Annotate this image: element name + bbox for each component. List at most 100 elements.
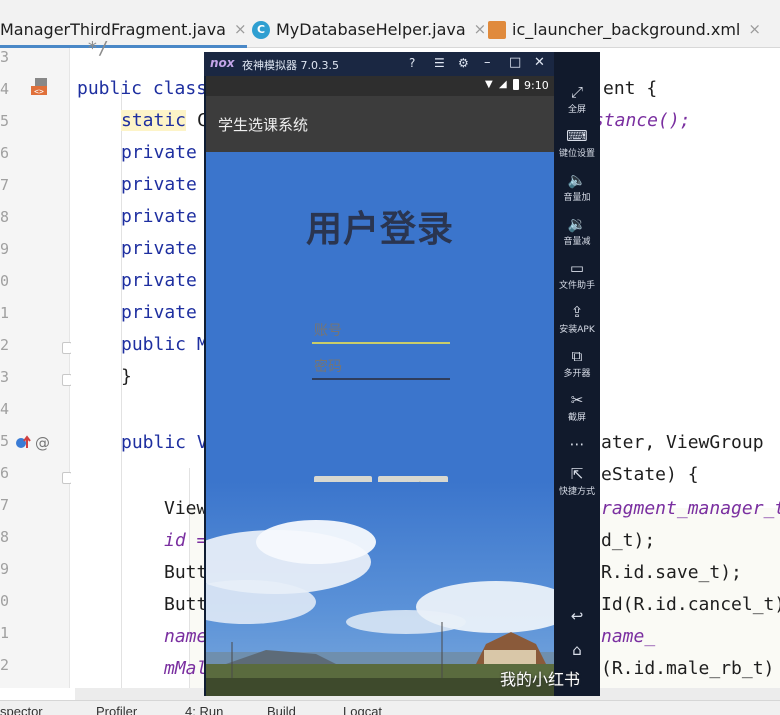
line-number: 1 (0, 624, 10, 642)
sidebar-item-fullscreen[interactable]: ⤢ 全屏 (554, 84, 600, 115)
tool-run[interactable]: 4: Run (185, 704, 223, 715)
sidebar-item-label: 安装APK (559, 325, 595, 335)
nav-back-button[interactable]: ↩ (554, 608, 600, 626)
code-method: stance(); (593, 110, 691, 131)
tab-ic-launcher-background[interactable]: ic_launcher_background.xml × (488, 20, 761, 48)
app-action-bar: 学生选课系统 (206, 96, 554, 152)
line-number: 7 (0, 496, 10, 514)
tool-profiler[interactable]: Profiler (96, 704, 137, 715)
emulator-title: 夜神模拟器 7.0.3.5 (242, 59, 339, 72)
close-icon[interactable]: × (748, 20, 761, 38)
code-field: mMal (164, 658, 208, 679)
username-input[interactable] (312, 320, 450, 344)
tool-inspector[interactable]: spector (0, 704, 43, 715)
code-text: Butt (164, 594, 208, 615)
line-number: 1 (0, 304, 10, 322)
line-number: 5 (0, 432, 10, 450)
code-keyword: private (121, 174, 197, 195)
background-landscape-image (206, 482, 554, 696)
code-keyword: private (121, 302, 197, 323)
multi-instance-icon: ⧉ (571, 347, 583, 365)
sidebar-item-install-apk[interactable]: ⇪ 安装APK (554, 304, 600, 335)
keymap-icon: ⌨ (566, 127, 588, 145)
code-text: View (164, 498, 208, 519)
code-text: Id(R.id.cancel_t) (601, 594, 780, 615)
line-number-gutter: 3 4 5 6 7 8 9 0 1 2 3 4 5 6 7 8 9 0 1 2 … (0, 48, 72, 688)
back-icon: ↩ (570, 607, 584, 625)
emulator-window: nox 夜神模拟器 7.0.3.5 ? ☰ ⚙ – □ ✕ « ▼ ◢ 9:10… (204, 52, 600, 696)
tab-label: ManagerThirdFragment.java (0, 20, 226, 39)
class-icon: C (252, 21, 270, 39)
line-number: 3 (0, 368, 10, 386)
watermark-text: 我的小红书 (500, 670, 581, 689)
sidebar-item-volume-down[interactable]: 🔉 音量减 (554, 216, 600, 247)
sidebar-item-label: 截屏 (567, 413, 586, 423)
code-text: d_t); (601, 530, 656, 551)
sidebar-item-label: 多开器 (563, 369, 591, 379)
code-keyword: static (121, 110, 187, 131)
line-number: 2 (0, 656, 10, 674)
nav-home-button[interactable]: ⌂ (554, 642, 600, 660)
sidebar-item-screenshot[interactable]: ✂ 截屏 (554, 392, 600, 423)
sidebar-item-more[interactable]: ⋯ (554, 436, 600, 454)
code-field: name_ (601, 626, 656, 647)
tool-build[interactable]: Build (267, 704, 296, 715)
line-number: 3 (0, 48, 10, 66)
help-icon[interactable]: ? (409, 56, 415, 70)
line-number: 9 (0, 560, 10, 578)
screenshot-icon: ✂ (570, 391, 584, 409)
sidebar-item-shortcut[interactable]: ⇱ 快捷方式 (554, 466, 600, 497)
line-number: 6 (0, 464, 10, 482)
override-icon[interactable] (14, 434, 32, 452)
tab-manager-third-fragment[interactable]: ManagerThirdFragment.java × (0, 20, 247, 48)
android-status-bar: ▼ ◢ 9:10 (206, 76, 554, 96)
code-keyword: private (121, 270, 197, 291)
code-keyword: public V (121, 432, 208, 453)
line-number: 6 (0, 144, 10, 162)
class-marker-icon[interactable]: <> (30, 78, 50, 96)
tool-logcat[interactable]: Logcat (343, 704, 382, 715)
password-input[interactable] (312, 356, 450, 380)
maximize-icon[interactable]: □ (509, 55, 521, 70)
svg-text:<>: <> (34, 87, 44, 96)
sidebar-item-file-assistant[interactable]: ▭ 文件助手 (554, 260, 600, 291)
tab-my-database-helper[interactable]: C MyDatabaseHelper.java × (252, 20, 486, 48)
code-text: eState) { (601, 464, 699, 485)
sidebar-item-label: 全屏 (567, 105, 586, 115)
volume-up-icon: 🔈 (567, 171, 587, 189)
tab-label: MyDatabaseHelper.java (276, 20, 466, 39)
line-number: 4 (0, 400, 10, 418)
signal-icon: ◢ (499, 79, 507, 90)
line-number: 7 (0, 176, 10, 194)
annotation-icon: @ (35, 434, 50, 452)
file-assistant-icon: ▭ (569, 259, 585, 277)
minimize-icon[interactable]: – (484, 55, 491, 70)
close-icon[interactable]: ✕ (534, 55, 545, 70)
code-text: ent { (603, 78, 658, 99)
code-field: name (164, 626, 208, 647)
sidebar-item-keymap[interactable]: ⌨ 键位设置 (554, 128, 600, 159)
tab-label: ic_launcher_background.xml (512, 20, 741, 39)
line-number: 0 (0, 272, 10, 290)
install-apk-icon: ⇪ (570, 303, 584, 321)
screenshot-root: ManagerThirdFragment.java × C MyDatabase… (0, 0, 780, 715)
code-keyword: public M (121, 334, 208, 355)
sidebar-item-label: 文件助手 (558, 281, 595, 291)
line-number: 9 (0, 240, 10, 258)
sidebar-item-label: 音量减 (563, 237, 591, 247)
sidebar-item-label: 快捷方式 (558, 487, 595, 497)
emulator-sidebar: ⤢ 全屏 ⌨ 键位设置 🔈 音量加 🔉 音量减 ▭ 文件助手 ⇪ 安装APK ⧉… (554, 52, 600, 696)
settings-icon[interactable]: ⚙ (458, 56, 469, 70)
code-brace: } (121, 366, 132, 387)
battery-icon (513, 79, 519, 90)
home-icon: ⌂ (572, 641, 582, 659)
code-keyword: private (121, 206, 197, 227)
line-number: 8 (0, 528, 10, 546)
sidebar-item-volume-up[interactable]: 🔈 音量加 (554, 172, 600, 203)
sidebar-item-label: 音量加 (563, 193, 591, 203)
sidebar-item-multi-instance[interactable]: ⧉ 多开器 (554, 348, 600, 379)
code-keyword: private (121, 238, 197, 259)
close-icon[interactable]: × (474, 20, 487, 38)
menu-icon[interactable]: ☰ (434, 56, 445, 70)
close-icon[interactable]: × (234, 20, 247, 38)
